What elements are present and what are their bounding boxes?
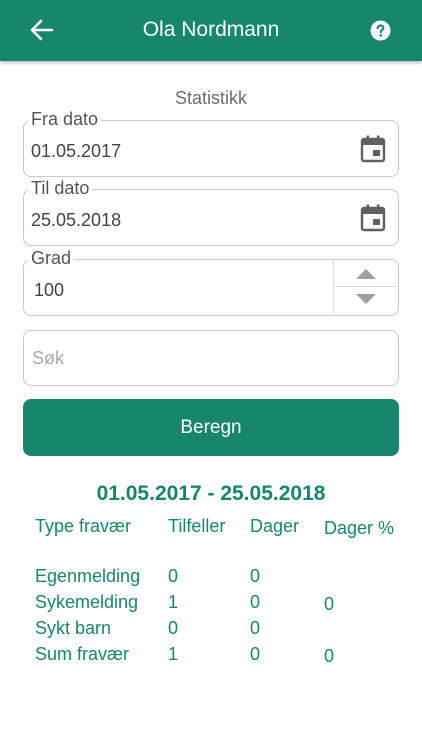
row-type: Sum fravær xyxy=(35,644,130,664)
column-header: Type fravær xyxy=(35,516,132,536)
row-cases: 0 xyxy=(168,618,179,638)
row-cases: 1 xyxy=(168,592,179,612)
row-days: 0 xyxy=(250,644,261,664)
row-type: Sykemelding xyxy=(35,592,139,612)
row-days: 0 xyxy=(250,618,261,638)
grade-stepper[interactable] xyxy=(333,260,398,314)
from-date-value[interactable]: 01.05.2017 xyxy=(31,141,121,162)
result-date-range: 01.05.2017 - 25.05.2018 xyxy=(96,482,326,505)
row-days-percent: 0 xyxy=(324,646,335,666)
page-title: Ola Nordmann xyxy=(142,18,280,41)
row-type: Sykt barn xyxy=(35,618,112,638)
to-date-value[interactable]: 25.05.2018 xyxy=(31,210,121,231)
column-header: Tilfeller xyxy=(168,516,226,536)
row-days-percent: 0 xyxy=(324,594,335,614)
grade-label: Grad xyxy=(28,248,75,269)
search-input[interactable] xyxy=(23,330,399,386)
decrement-arrow-icon[interactable] xyxy=(334,287,397,314)
grade-field[interactable]: Grad 100 xyxy=(23,248,399,316)
app-header: Ola Nordmann xyxy=(0,0,422,61)
increment-arrow-icon[interactable] xyxy=(334,260,397,287)
calendar-icon[interactable] xyxy=(360,135,386,163)
to-date-label: Til dato xyxy=(28,178,93,199)
grade-value[interactable]: 100 xyxy=(34,280,64,301)
row-cases: 0 xyxy=(168,566,179,586)
to-date-field[interactable]: Til dato 25.05.2018 xyxy=(23,178,399,246)
calculate-button[interactable]: Beregn xyxy=(23,399,399,456)
from-date-field[interactable]: Fra dato 01.05.2017 xyxy=(23,109,399,177)
column-header: Dager xyxy=(250,516,300,536)
section-title: Statistikk xyxy=(174,88,248,108)
calendar-icon[interactable] xyxy=(360,204,386,232)
from-date-label: Fra dato xyxy=(28,109,102,130)
help-circle-icon[interactable] xyxy=(370,20,391,41)
column-header: Dager % xyxy=(324,518,395,538)
row-days: 0 xyxy=(250,592,261,612)
row-type: Egenmelding xyxy=(35,566,141,586)
row-cases: 1 xyxy=(168,644,179,664)
row-days: 0 xyxy=(250,566,261,586)
